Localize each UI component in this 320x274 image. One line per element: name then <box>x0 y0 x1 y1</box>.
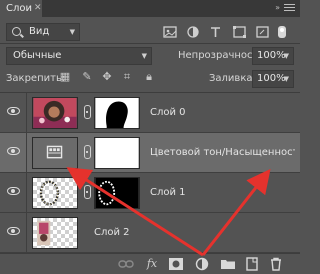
fill-field[interactable]: 100% ▼ <box>252 70 294 88</box>
divider <box>26 93 27 133</box>
link-layers-icon[interactable] <box>118 257 134 271</box>
tab-layers[interactable]: Слои ✕ <box>0 0 42 17</box>
divider <box>26 133 27 173</box>
filter-row: Вид ▼ <box>0 19 300 43</box>
layer-thumbnail[interactable] <box>32 177 78 209</box>
layer-mask-thumbnail[interactable] <box>94 137 140 169</box>
trash-icon[interactable] <box>268 257 284 271</box>
adjustment-layer-thumbnail[interactable] <box>32 137 78 169</box>
lock-label: Закрепить: <box>6 73 66 84</box>
lock-transparency-icon[interactable]: ▦ <box>58 70 72 84</box>
chevron-down-icon: ▼ <box>283 75 289 83</box>
layer-row[interactable]: Слой 1 <box>0 173 300 213</box>
adjustment-layer-icon[interactable] <box>194 257 210 271</box>
layer-row-selected[interactable]: Цветовой тон/Насыщенность 1 <box>0 133 300 173</box>
filter-toggle-switch[interactable] <box>278 26 286 38</box>
eye-icon[interactable] <box>7 107 20 115</box>
layer-thumbnail[interactable] <box>32 97 78 129</box>
chevron-down-icon: ▼ <box>283 52 289 60</box>
filter-shape-icon[interactable] <box>232 25 247 39</box>
collapse-icon[interactable]: » <box>275 3 280 12</box>
opacity-value: 100% <box>257 50 286 61</box>
lock-artboard-icon[interactable]: ⌗ <box>120 70 134 84</box>
link-icon[interactable] <box>84 105 91 119</box>
lock-position-icon[interactable]: ✥ <box>100 70 114 84</box>
filter-pixel-icon[interactable] <box>163 25 178 39</box>
blend-mode-value: Обычные <box>13 50 62 61</box>
divider <box>26 173 27 213</box>
panel-tab-bar: Слои ✕ » <box>0 0 300 17</box>
layer-name[interactable]: Слой 0 <box>150 107 186 118</box>
blend-mode-select[interactable]: Обычные ▼ <box>6 47 152 65</box>
divider <box>0 43 300 44</box>
close-icon[interactable]: ✕ <box>34 0 42 17</box>
layer-name[interactable]: Слой 1 <box>150 187 186 198</box>
panel-menu-icon[interactable] <box>284 4 295 13</box>
layer-name[interactable]: Цветовой тон/Насыщенность 1 <box>150 147 295 158</box>
filter-kind-select[interactable]: Вид ▼ <box>6 23 80 41</box>
layers-panel: Слои ✕ » Вид ▼ Обычные ▼ Непрозрачность:… <box>0 0 300 274</box>
filter-kind-value: Вид <box>29 26 50 37</box>
add-mask-icon[interactable] <box>168 257 184 271</box>
filter-type-icon[interactable] <box>208 25 223 39</box>
filter-adjustment-icon[interactable] <box>186 25 201 39</box>
lock-all-icon[interactable]: 🔒︎ <box>142 70 156 84</box>
layers-toolbar: fx <box>0 253 300 274</box>
search-icon <box>12 27 21 36</box>
lock-pixels-icon[interactable]: ✎ <box>80 70 94 84</box>
link-icon[interactable] <box>84 185 91 199</box>
filter-smart-object-icon[interactable] <box>255 25 270 39</box>
chevron-down-icon: ▼ <box>141 52 147 60</box>
layer-name[interactable]: Слой 2 <box>94 227 130 238</box>
divider <box>26 213 27 253</box>
link-icon[interactable] <box>84 145 91 159</box>
layer-thumbnail[interactable] <box>32 217 78 249</box>
layer-row[interactable]: Слой 2 <box>0 213 300 253</box>
fill-value: 100% <box>257 73 286 84</box>
layer-mask-thumbnail[interactable] <box>94 177 140 209</box>
new-layer-icon[interactable] <box>244 257 260 271</box>
eye-icon[interactable] <box>7 147 20 155</box>
opacity-field[interactable]: 100% ▼ <box>252 47 294 65</box>
folder-icon[interactable] <box>220 257 236 271</box>
fill-label: Заливка: <box>209 73 256 84</box>
tab-layers-label: Слои <box>6 3 32 14</box>
eye-icon[interactable] <box>7 227 20 235</box>
eye-icon[interactable] <box>7 187 20 195</box>
chevron-down-icon: ▼ <box>69 28 75 36</box>
fx-icon[interactable]: fx <box>144 257 160 271</box>
layer-mask-thumbnail[interactable] <box>94 97 140 129</box>
layer-row[interactable]: Слой 0 <box>0 93 300 133</box>
